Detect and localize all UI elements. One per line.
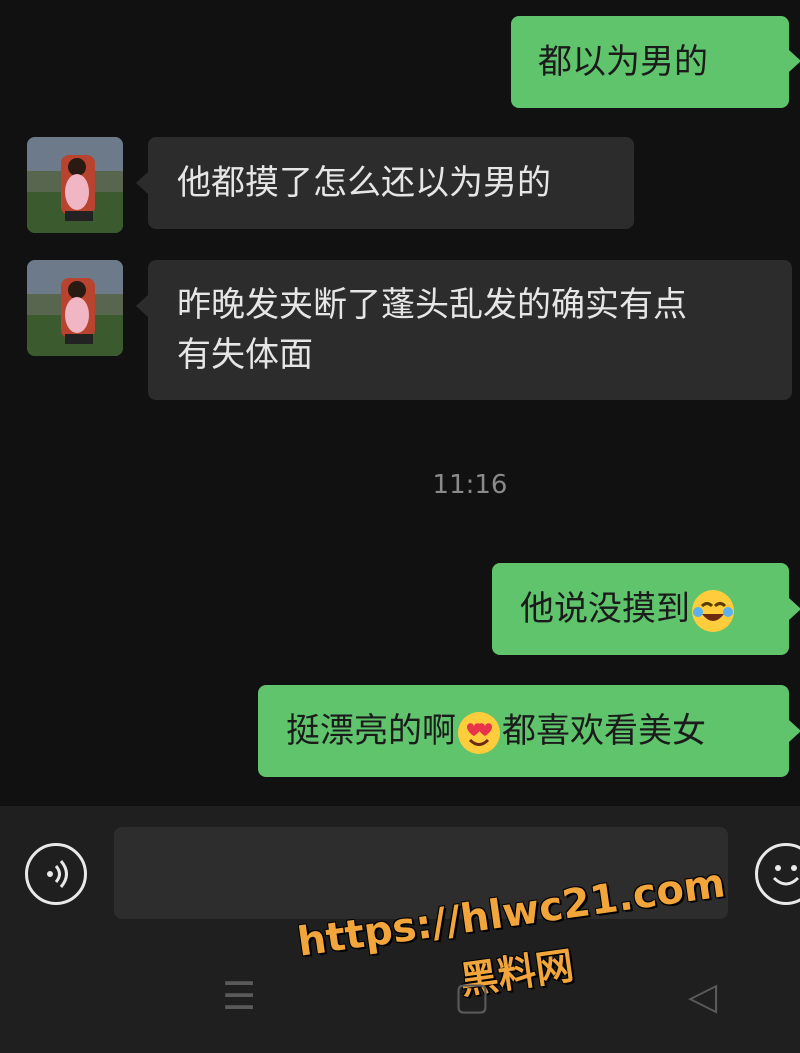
message-text: 他说没摸到 — [520, 589, 690, 629]
emoji-icon — [772, 865, 800, 886]
voice-icon — [47, 860, 68, 888]
bubble-tail — [789, 50, 800, 72]
outgoing-message-bubble[interactable]: 他说没摸到 — [492, 563, 789, 655]
message-text: 挺漂亮的啊 — [286, 711, 456, 751]
message-text-line: 昨晚发夹断了蓬头乱发的确实有点 — [177, 285, 687, 325]
voice-button[interactable] — [25, 843, 87, 905]
bubble-tail — [136, 172, 148, 194]
incoming-message-bubble[interactable]: 他都摸了怎么还以为男的 — [148, 137, 634, 229]
incoming-message-bubble[interactable]: 昨晚发夹断了蓬头乱发的确实有点 有失体面 — [148, 260, 792, 400]
bubble-tail — [789, 720, 800, 742]
avatar-image — [27, 137, 123, 233]
outgoing-message-bubble[interactable]: 都以为男的 — [511, 16, 789, 108]
bubble-tail — [789, 598, 800, 620]
avatar-image — [27, 260, 123, 356]
bubble-tail — [136, 295, 148, 317]
message-text: 都喜欢看美女 — [502, 711, 706, 751]
contact-avatar[interactable] — [27, 137, 123, 233]
contact-avatar[interactable] — [27, 260, 123, 356]
heart-eyes-emoji — [458, 711, 500, 754]
back-nav-icon[interactable]: ◁ — [688, 974, 717, 1018]
message-text: 他都摸了怎么还以为男的 — [177, 163, 551, 203]
message-text-line: 有失体面 — [177, 335, 313, 375]
outgoing-message-bubble[interactable]: 挺漂亮的啊 都喜欢看美女 — [258, 685, 789, 777]
home-nav-icon[interactable]: ▢ — [454, 974, 490, 1018]
message-text: 都以为男的 — [538, 42, 708, 82]
emoji-button[interactable] — [755, 843, 800, 905]
laughing-crying-emoji — [692, 589, 734, 632]
message-timestamp: 11:16 — [432, 470, 508, 500]
menu-nav-icon[interactable]: ☰ — [222, 974, 256, 1018]
